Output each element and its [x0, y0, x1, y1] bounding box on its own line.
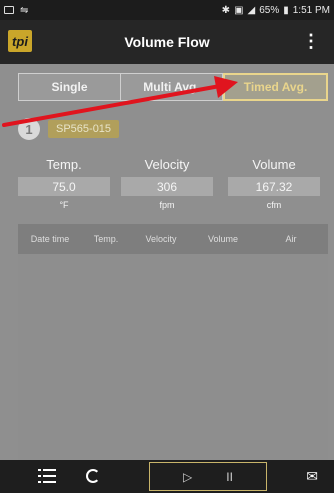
velocity-label: Velocity	[144, 157, 190, 172]
column-volume: Volume	[207, 234, 239, 244]
status-bar: ⇋ ✱ ▣ ◢ 65% ▮ 1:51 PM	[0, 0, 334, 20]
vibrate-icon: ▣	[234, 4, 244, 16]
column-air: Air	[285, 234, 297, 244]
list-icon[interactable]	[38, 468, 56, 484]
battery-percent: 65%	[259, 4, 280, 16]
probe-id-badge[interactable]: SP565-015	[48, 120, 120, 138]
page-title: Volume Flow	[124, 34, 210, 50]
temperature-label: Temp.	[46, 157, 82, 172]
temperature-reading: Temp. 75.0 °F	[18, 157, 110, 210]
velocity-value: 306	[121, 177, 213, 196]
mode-tabs: Single Multi Avg. Timed Avg.	[18, 73, 328, 101]
app-bar: tpi Volume Flow ⋮	[0, 20, 334, 64]
play-icon[interactable]: ▷	[183, 470, 192, 484]
column-velocity: Velocity	[145, 234, 177, 244]
playback-controls: ▷ II	[149, 462, 267, 491]
bottom-toolbar: ▷ II ✉	[0, 460, 334, 493]
overflow-menu-icon[interactable]: ⋮	[302, 32, 320, 50]
velocity-unit: fpm	[159, 200, 175, 210]
cast-icon: ⇋	[20, 4, 29, 16]
velocity-reading: Velocity 306 fpm	[121, 157, 213, 210]
clock: 1:51 PM	[292, 4, 330, 16]
column-temp: Temp.	[93, 234, 119, 244]
refresh-icon[interactable]	[86, 469, 100, 483]
signal-icon: ◢	[247, 4, 256, 16]
temperature-unit: °F	[59, 200, 69, 210]
log-table-header: Date time Temp. Velocity Volume Air	[18, 224, 328, 254]
tab-timed-avg[interactable]: Timed Avg.	[223, 73, 328, 101]
log-table-body[interactable]	[18, 254, 328, 460]
column-date-time: Date time	[30, 233, 70, 244]
battery-icon: ▮	[283, 4, 289, 16]
volume-label: Volume	[252, 157, 296, 172]
bluetooth-icon: ✱	[221, 4, 231, 16]
volume-value: 167.32	[228, 177, 320, 196]
volume-reading: Volume 167.32 cfm	[228, 157, 320, 210]
pause-icon[interactable]: II	[226, 470, 233, 484]
probe-number-icon[interactable]: 1	[18, 118, 40, 140]
email-icon[interactable]: ✉	[306, 468, 318, 485]
tab-single[interactable]: Single	[18, 73, 121, 101]
temperature-value: 75.0	[18, 177, 110, 196]
volume-unit: cfm	[266, 200, 282, 210]
probe-selector[interactable]: 1 SP565-015	[18, 118, 120, 140]
tab-multi-avg[interactable]: Multi Avg.	[121, 73, 223, 101]
gallery-icon	[4, 6, 14, 14]
phone-screen: ⇋ ✱ ▣ ◢ 65% ▮ 1:51 PM tpi Volume Flow ⋮ …	[0, 0, 334, 493]
